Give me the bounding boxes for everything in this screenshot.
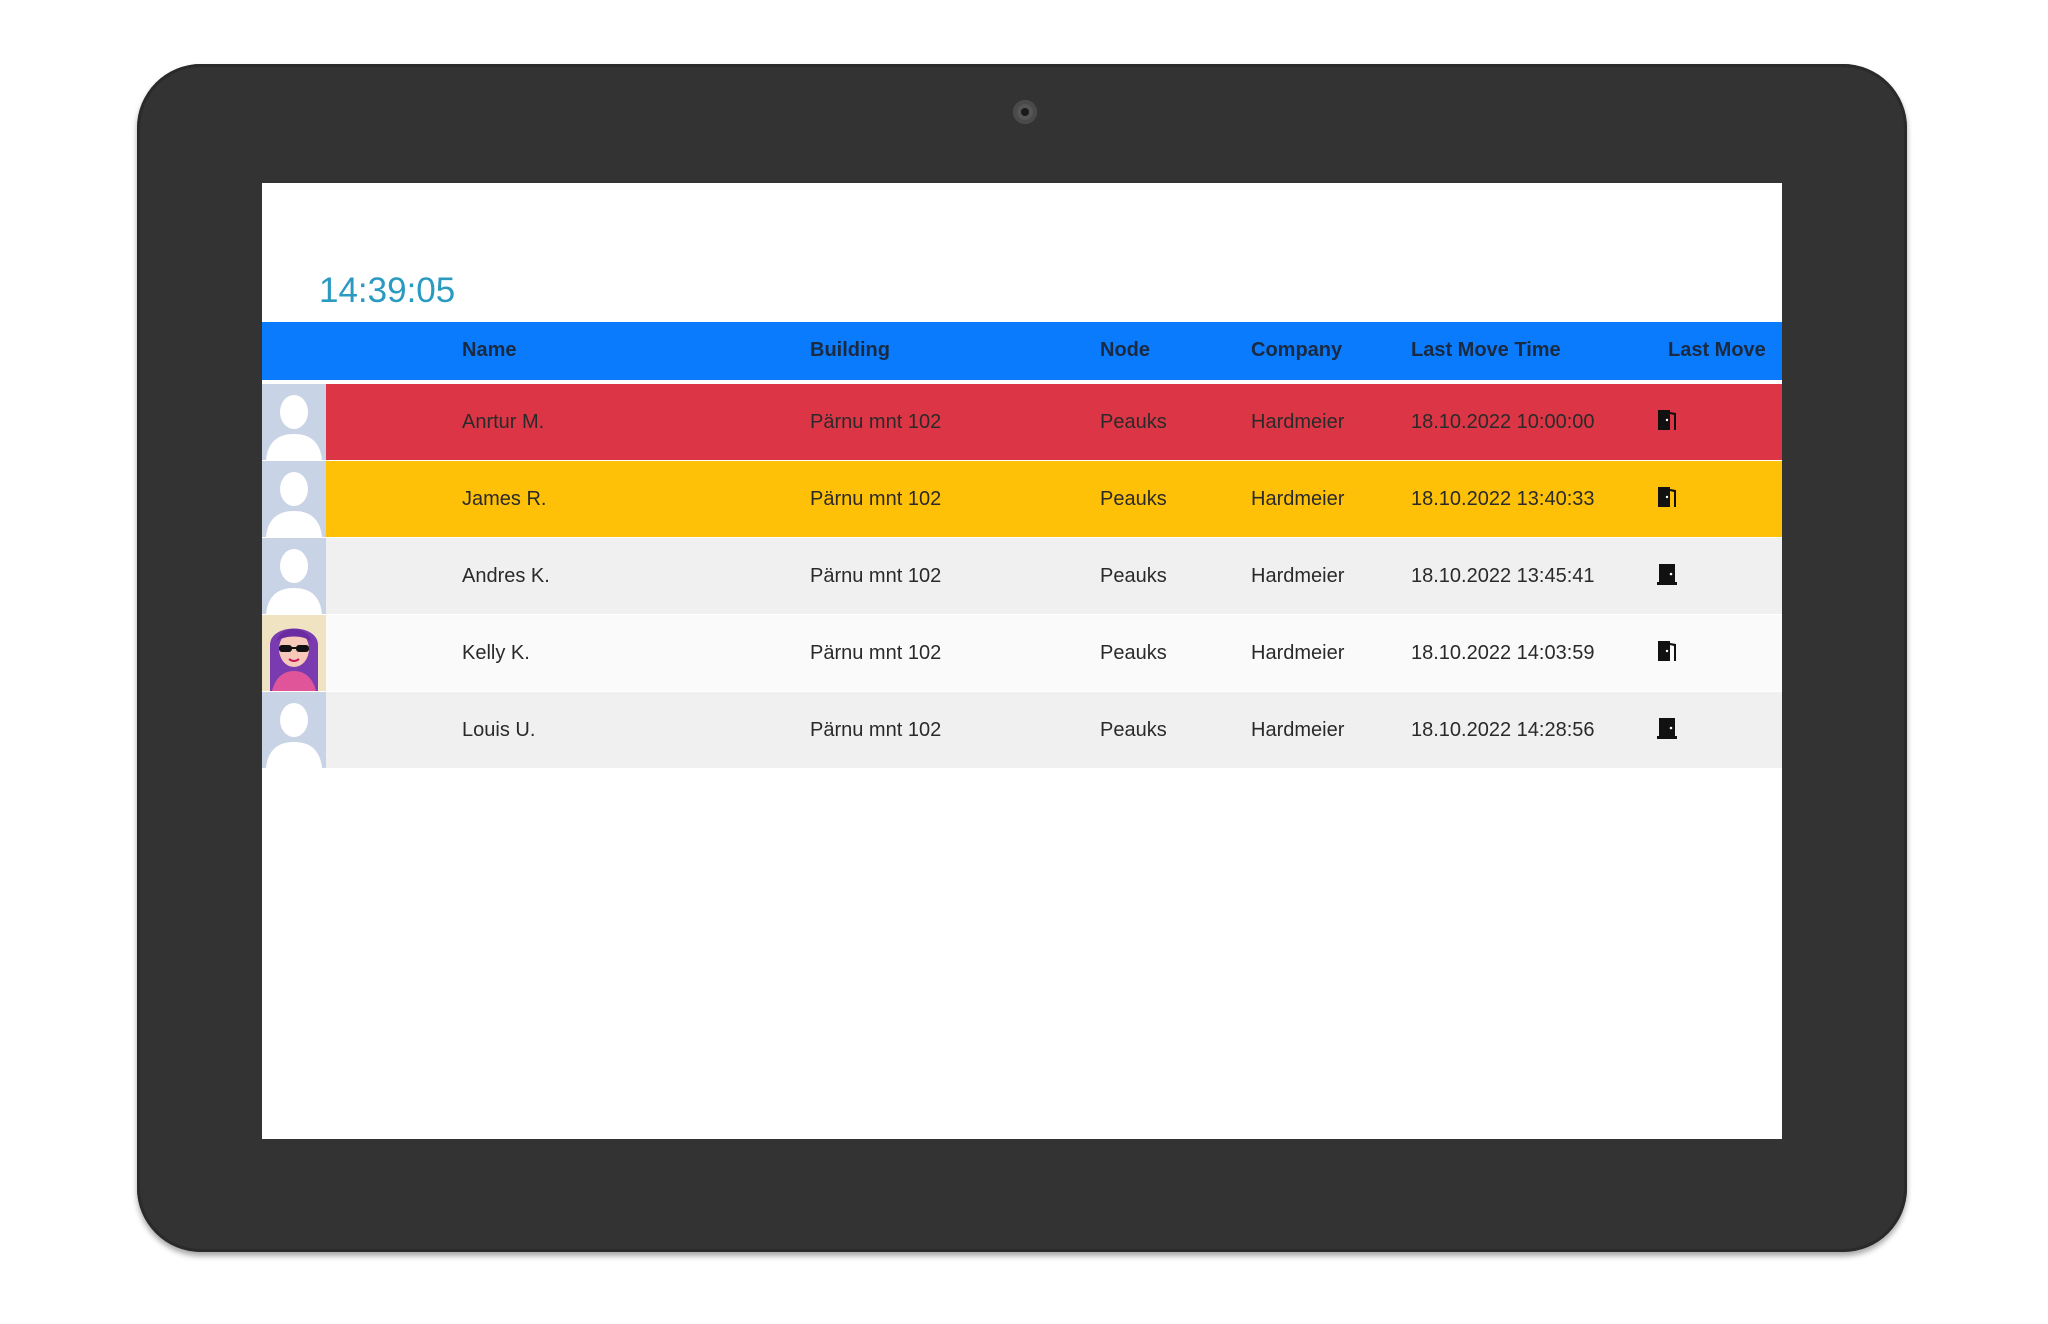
column-header-last-move[interactable]: Last Move bbox=[1668, 339, 1766, 362]
cell-company: Hardmeier bbox=[1251, 642, 1345, 664]
cell-node: Peauks bbox=[1100, 642, 1167, 664]
table-row[interactable]: Kelly K. Pärnu mnt 102 Peauks Hardmeier 18.1… bbox=[262, 615, 1782, 691]
cell-name: James R. bbox=[462, 488, 547, 510]
cell-name: Anrtur M. bbox=[462, 411, 545, 433]
woman-avatar-icon bbox=[262, 615, 326, 691]
table-row[interactable]: James R. Pärnu mnt 102 Peauks Hardmeier 18.1… bbox=[262, 461, 1782, 537]
cell-last-move-time: 18.10.2022 14:03:59 bbox=[1411, 642, 1595, 664]
door-exit-icon bbox=[1656, 408, 1678, 432]
default-avatar-icon bbox=[262, 538, 326, 614]
cell-last-move-time: 18.10.2022 13:45:41 bbox=[1411, 565, 1595, 587]
cell-company: Hardmeier bbox=[1251, 411, 1345, 433]
cell-name: Louis U. bbox=[462, 719, 536, 741]
cell-company: Hardmeier bbox=[1251, 488, 1345, 510]
door-exit-icon bbox=[1656, 639, 1678, 663]
screen: 14:39:05 Name Building Node Company Last… bbox=[262, 183, 1782, 1139]
column-header-name[interactable]: Name bbox=[462, 339, 516, 362]
cell-company: Hardmeier bbox=[1251, 565, 1345, 587]
table-row[interactable]: Louis U. Pärnu mnt 102 Peauks Hardmeier 18.1… bbox=[262, 692, 1782, 768]
door-exit-icon bbox=[1656, 485, 1678, 509]
cell-building: Pärnu mnt 102 bbox=[810, 719, 942, 741]
column-header-company[interactable]: Company bbox=[1251, 339, 1342, 362]
cell-last-move-time: 18.10.2022 10:00:00 bbox=[1411, 411, 1595, 433]
column-header-node[interactable]: Node bbox=[1100, 339, 1150, 362]
table-row[interactable]: Andres K. Pärnu mnt 102 Peauks Hardmeier 18.… bbox=[262, 538, 1782, 614]
cell-building: Pärnu mnt 102 bbox=[810, 642, 942, 664]
cell-name: Kelly K. bbox=[462, 642, 530, 664]
cell-node: Peauks bbox=[1100, 488, 1167, 510]
cell-building: Pärnu mnt 102 bbox=[810, 565, 942, 587]
cell-node: Peauks bbox=[1100, 719, 1167, 741]
clock: 14:39:05 bbox=[319, 271, 456, 310]
door-closed-icon bbox=[1656, 562, 1678, 586]
cell-company: Hardmeier bbox=[1251, 719, 1345, 741]
cell-node: Peauks bbox=[1100, 411, 1167, 433]
cell-name: Andres K. bbox=[462, 565, 550, 587]
table-row[interactable]: Anrtur M. Pärnu mnt 102 Peauks Hardmeier 18.… bbox=[262, 384, 1782, 460]
cell-node: Peauks bbox=[1100, 565, 1167, 587]
cell-building: Pärnu mnt 102 bbox=[810, 488, 942, 510]
default-avatar-icon bbox=[262, 461, 326, 537]
cell-last-move-time: 18.10.2022 14:28:56 bbox=[1411, 719, 1595, 741]
column-header-last-move-time[interactable]: Last Move Time bbox=[1411, 339, 1561, 362]
cell-last-move-time: 18.10.2022 13:40:33 bbox=[1411, 488, 1595, 510]
table-header: Name Building Node Company Last Move Tim… bbox=[262, 322, 1782, 382]
default-avatar-icon bbox=[262, 692, 326, 768]
column-header-building[interactable]: Building bbox=[810, 339, 890, 362]
default-avatar-icon bbox=[262, 384, 326, 460]
door-closed-icon bbox=[1656, 716, 1678, 740]
camera-icon bbox=[1013, 100, 1037, 124]
cell-building: Pärnu mnt 102 bbox=[810, 411, 942, 433]
tablet-frame: 14:39:05 Name Building Node Company Last… bbox=[137, 64, 1907, 1252]
